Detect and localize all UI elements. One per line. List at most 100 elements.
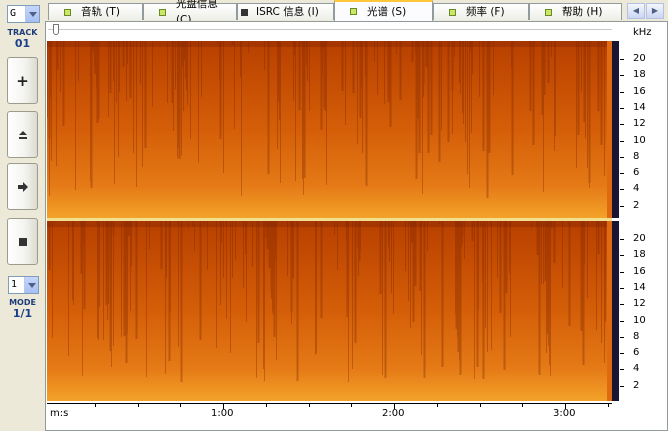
time-tick-label: 3:00 — [553, 408, 576, 419]
time-tick-mark — [607, 403, 609, 407]
speed-select[interactable]: 1 — [8, 276, 39, 294]
next-track-button[interactable]: + — [7, 57, 38, 104]
chevron-down-icon[interactable] — [24, 277, 38, 293]
khz-tick-mark — [620, 140, 624, 142]
tab-scroll-right-button[interactable]: ▶ — [646, 3, 664, 19]
time-tick-mark — [308, 403, 310, 407]
khz-tick-mark — [620, 91, 624, 93]
position-slider-handle[interactable] — [53, 24, 59, 35]
tab-label: 光谱 (S) — [367, 5, 407, 18]
khz-tick-mark — [620, 353, 624, 355]
time-tick-mark — [436, 403, 438, 407]
eject-icon — [18, 130, 27, 139]
time-axis-line — [47, 403, 612, 404]
spectrogram-left-image — [47, 41, 619, 218]
khz-tick-label: 10 — [633, 314, 646, 326]
time-tick-mark — [137, 403, 139, 407]
khz-tick-label: 4 — [633, 183, 640, 195]
time-tick-mark — [351, 403, 353, 407]
tab-help[interactable]: 帮助 (H) — [529, 3, 622, 20]
khz-tick-label: 8 — [633, 330, 640, 342]
khz-tick-label: 16 — [633, 265, 646, 277]
tab-tracks[interactable]: 音轨 (T) — [48, 3, 143, 20]
green-square-icon — [350, 8, 357, 15]
tab-label: 频率 (F) — [466, 6, 505, 18]
stop-icon — [18, 237, 27, 246]
khz-tick-mark — [620, 385, 624, 387]
time-tick-label: 2:00 — [382, 408, 405, 419]
spectrogram-channel-left — [47, 41, 619, 218]
green-square-icon — [64, 8, 71, 16]
khz-tick-mark — [620, 239, 624, 240]
drive-value: G — [10, 8, 17, 19]
play-button[interactable] — [7, 163, 38, 210]
time-tick-mark — [522, 403, 524, 407]
khz-tick-label: 16 — [633, 85, 646, 97]
track-label: TRACK — [7, 28, 38, 37]
dark-square-icon — [241, 8, 248, 16]
tab-scroll-left-button[interactable]: ◀ — [627, 3, 645, 19]
khz-tick-mark — [620, 156, 624, 158]
khz-tick-mark — [620, 255, 624, 257]
khz-tick-label: 2 — [633, 379, 640, 391]
tab-frequency[interactable]: 频率 (F) — [433, 3, 529, 20]
chevron-right-icon: ▶ — [651, 6, 659, 15]
spectrogram-right-image — [47, 221, 619, 401]
khz-tick-label: 8 — [633, 150, 640, 162]
khz-tick-mark — [620, 59, 624, 60]
play-arrow-icon — [17, 181, 28, 192]
khz-tick-mark — [620, 369, 624, 371]
green-square-icon — [159, 8, 166, 16]
khz-tick-label: 14 — [633, 101, 646, 113]
time-tick-mark — [479, 403, 481, 407]
khz-tick-mark — [620, 189, 624, 191]
stop-button[interactable] — [7, 218, 38, 265]
khz-tick-label: 18 — [633, 69, 646, 81]
eject-button[interactable] — [7, 111, 38, 158]
time-tick-mark — [180, 403, 182, 407]
tab-strip: 音轨 (T) 光盘信息 (C) ISRC 信息 (I) 光谱 (S) 频率 (F… — [45, 0, 668, 26]
khz-tick-mark — [620, 75, 624, 77]
khz-tick-label: 12 — [633, 298, 646, 310]
green-square-icon — [449, 8, 456, 16]
mode-value: 1/1 — [12, 307, 33, 320]
khz-tick-label: 18 — [633, 249, 646, 261]
khz-tick-mark — [620, 304, 624, 306]
plus-icon: + — [16, 71, 29, 90]
khz-tick-label: 4 — [633, 363, 640, 375]
khz-tick-mark — [620, 287, 624, 289]
khz-tick-label: 6 — [633, 167, 640, 179]
khz-tick-mark — [620, 320, 624, 322]
khz-tick-label: 2 — [633, 199, 640, 211]
time-tick-label: 1:00 — [211, 408, 234, 419]
chevron-down-icon[interactable] — [25, 6, 39, 22]
tab-isrc-info[interactable]: ISRC 信息 (I) — [237, 3, 334, 20]
tab-label: 帮助 (H) — [562, 6, 603, 18]
khz-tick-mark — [620, 336, 624, 338]
green-square-icon — [545, 8, 552, 16]
time-axis-unit: m:s — [50, 408, 69, 419]
khz-tick-mark — [620, 205, 624, 207]
tab-spectrum[interactable]: 光谱 (S) — [334, 0, 433, 21]
khz-unit-label: kHz — [633, 27, 652, 38]
khz-tick-label: 10 — [633, 134, 646, 146]
left-control-panel: G TRACK 01 + 1 MODE 1/1 — [0, 0, 45, 431]
time-tick-mark — [94, 403, 96, 407]
track-number: 01 — [14, 37, 31, 50]
tab-label: 音轨 (T) — [81, 6, 120, 18]
tab-label: ISRC 信息 (I) — [256, 6, 319, 18]
khz-tick-mark — [620, 124, 624, 126]
speed-value: 1 — [11, 279, 18, 290]
tab-disc-info[interactable]: 光盘信息 (C) — [143, 0, 237, 26]
position-track — [48, 29, 612, 30]
khz-tick-label: 20 — [633, 53, 646, 64]
time-tick-mark — [265, 403, 267, 407]
mode-label: MODE — [9, 298, 36, 307]
khz-tick-label: 6 — [633, 347, 640, 359]
khz-tick-label: 20 — [633, 233, 646, 244]
khz-tick-label: 14 — [633, 281, 646, 293]
chevron-left-icon: ◀ — [632, 6, 640, 15]
khz-tick-mark — [620, 271, 624, 273]
drive-select[interactable]: G — [7, 5, 40, 23]
khz-tick-label: 12 — [633, 118, 646, 130]
